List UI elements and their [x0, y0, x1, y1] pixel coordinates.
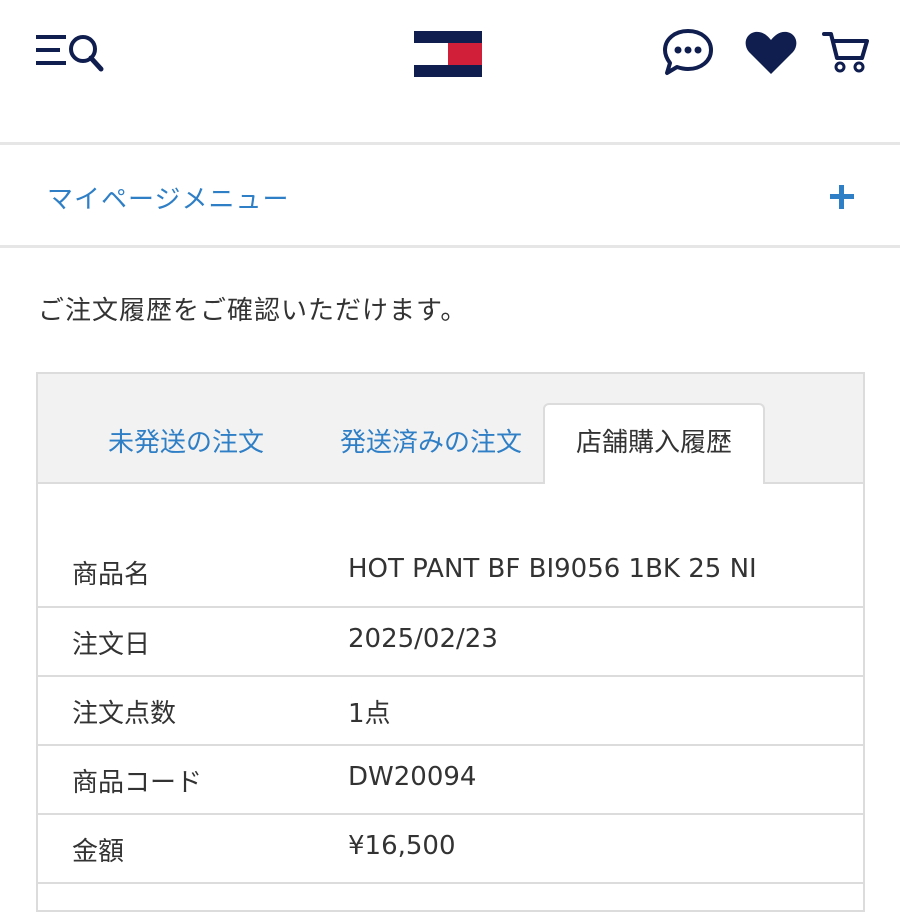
tab-unshipped-orders[interactable]: 未発送の注文 — [64, 404, 308, 482]
table-row: 商品コード DW20094 — [38, 746, 863, 815]
brand-flag-logo[interactable] — [414, 31, 482, 77]
order-date-value: 2025/02/23 — [348, 624, 498, 654]
heart-icon[interactable] — [744, 30, 798, 76]
table-row: 金額 ¥16,500 — [38, 815, 863, 884]
order-history-intro: ご注文履歴をご確認いただけます。 — [38, 296, 468, 326]
price-value: ¥16,500 — [348, 831, 456, 861]
price-label: 金額 — [72, 837, 125, 867]
cart-icon[interactable] — [822, 30, 870, 74]
menu-search-icon[interactable] — [36, 32, 104, 72]
mypage-menu-toggle[interactable]: マイページメニュー — [0, 142, 900, 248]
product-code-label: 商品コード — [72, 768, 203, 798]
table-row: 注文日 2025/02/23 — [38, 608, 863, 677]
table-row: 商品名 HOT PANT BF BI9056 1BK 25 NI — [38, 538, 863, 608]
order-quantity-label: 注文点数 — [72, 699, 177, 729]
order-history-panel: 未発送の注文 発送済みの注文 店舗購入履歴 商品名 HOT PANT BF BI… — [36, 372, 865, 912]
product-name-label: 商品名 — [72, 560, 151, 590]
order-tabs: 未発送の注文 発送済みの注文 店舗購入履歴 — [38, 374, 863, 484]
order-date-label: 注文日 — [72, 630, 151, 660]
table-row: 注文点数 1点 — [38, 677, 863, 746]
tab-shipped-orders[interactable]: 発送済みの注文 — [306, 404, 556, 482]
tab-store-purchase-history[interactable]: 店舗購入履歴 — [543, 403, 765, 484]
site-header — [0, 0, 900, 142]
order-quantity-value: 1点 — [348, 699, 391, 729]
plus-icon[interactable] — [830, 185, 854, 209]
product-name-value: HOT PANT BF BI9056 1BK 25 NI — [348, 554, 757, 584]
product-code-value: DW20094 — [348, 762, 477, 792]
order-detail-table: 商品名 HOT PANT BF BI9056 1BK 25 NI 注文日 202… — [38, 538, 863, 884]
chat-icon[interactable] — [662, 28, 714, 76]
mypage-menu-label: マイページメニュー — [47, 185, 290, 215]
